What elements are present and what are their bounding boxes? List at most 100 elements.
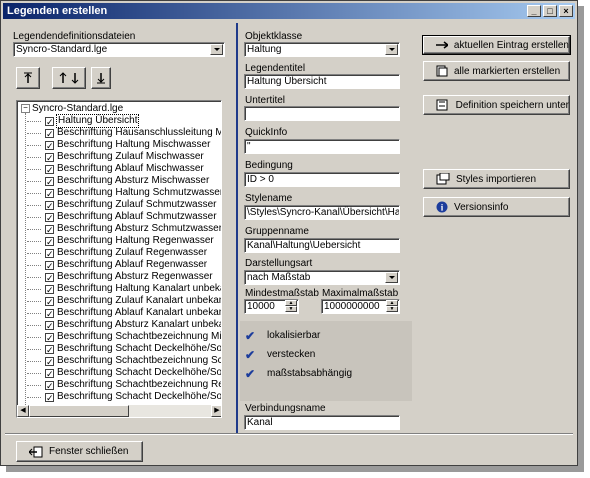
- tree-item[interactable]: ✓Beschriftung Schachtbezeichnung Regen: [27, 379, 221, 391]
- checkbox-icon[interactable]: ✓: [45, 164, 54, 174]
- tree-item[interactable]: ✓ Haltung Übersicht: [27, 114, 140, 128]
- massstab-checkbox[interactable]: ✔ maßstabsabhängig: [245, 367, 357, 380]
- checkbox-icon[interactable]: ✓: [45, 272, 54, 282]
- tree-item-label: Beschriftung Schachtbezeichnung Mischw: [57, 331, 222, 342]
- checkbox-icon[interactable]: ✓: [45, 128, 54, 138]
- tree-item[interactable]: ✓Beschriftung Schacht Deckelhöhe/Sohle !: [27, 367, 221, 379]
- bedingung-input[interactable]: ID > 0: [244, 172, 400, 187]
- checkbox-icon[interactable]: ✓: [45, 368, 54, 378]
- darstellungsart-select[interactable]: nach Maßstab: [244, 270, 400, 285]
- tree-branch-line: [27, 325, 41, 326]
- tree-item[interactable]: ✓Beschriftung Schachtbezeichnung Schmu: [27, 355, 221, 367]
- checkbox-icon[interactable]: ✓: [45, 224, 54, 234]
- tree-item[interactable]: ✓ Beschriftung Ablauf Schmutzwasser: [27, 211, 217, 223]
- checkbox-icon[interactable]: ✓: [45, 392, 54, 402]
- files-select[interactable]: Syncro-Standard.lge: [13, 42, 225, 57]
- tree-item[interactable]: ✓ Beschriftung Haltung Mischwasser: [27, 139, 210, 151]
- checkbox-icon[interactable]: ✓: [45, 200, 54, 210]
- tree-item[interactable]: ✓ Beschriftung Zulauf Regenwasser: [27, 247, 207, 259]
- verstecken-checkbox[interactable]: ✔ verstecken: [245, 348, 320, 361]
- chevron-down-icon[interactable]: [210, 44, 223, 55]
- spin-down-icon[interactable]: ▼: [386, 306, 398, 312]
- checkbox-icon[interactable]: ✓: [45, 320, 54, 330]
- checkbox-icon[interactable]: ✓: [45, 344, 54, 354]
- checkbox-icon[interactable]: ✓: [45, 356, 54, 366]
- close-window-button[interactable]: ×: [559, 5, 573, 17]
- save-definition-button[interactable]: Definition speichern unter: [423, 95, 570, 115]
- tree-item[interactable]: ✓ Beschriftung Zulauf Schmutzwasser: [27, 199, 217, 211]
- close-dialog-button[interactable]: Fenster schließen: [16, 441, 143, 462]
- move-up-down-button[interactable]: [52, 67, 86, 89]
- version-info-label: Versionsinfo: [454, 201, 509, 213]
- objektklasse-select[interactable]: Haltung: [244, 42, 400, 57]
- create-all-button[interactable]: alle markierten erstellen: [423, 61, 570, 81]
- tree-item[interactable]: ✓ Beschriftung Ablauf Mischwasser: [27, 163, 204, 175]
- gruppenname-input[interactable]: Kanal\Haltung\Uebersicht: [244, 238, 400, 253]
- maximize-button[interactable]: □: [543, 5, 557, 17]
- tree-item[interactable]: ✓ Beschriftung Haltung Kanalart unbekannt: [27, 283, 221, 295]
- checkbox-icon[interactable]: ✓: [45, 212, 54, 222]
- tree-item[interactable]: ✓ Beschriftung Haltung Schmutzwasser: [27, 187, 221, 199]
- tree-item[interactable]: ✓Beschriftung Hausanschlussleitung Misch…: [27, 127, 221, 139]
- tree-item[interactable]: ✓Beschriftung Schacht Deckelhöhe/Sohle I: [27, 391, 221, 403]
- tree-item[interactable]: ✓ Beschriftung Absturz Mischwasser: [27, 175, 209, 187]
- tree-item[interactable]: ✓ Beschriftung Zulauf Mischwasser: [27, 151, 204, 163]
- minimize-button[interactable]: _: [527, 5, 541, 17]
- tree-item[interactable]: ✓Beschriftung Schacht Deckelhöhe/Sohle I: [27, 343, 221, 355]
- tree-item[interactable]: ✓ Beschriftung Ablauf Kanalart unbekannt: [27, 307, 221, 319]
- mindest-spinner[interactable]: ▲ ▼: [285, 300, 297, 313]
- tree-item[interactable]: ✓Beschriftung Schachtbezeichnung Mischw: [27, 331, 222, 343]
- tree-item[interactable]: ✓ Beschriftung Absturz Regenwasser: [27, 271, 213, 283]
- move-bottom-button[interactable]: [91, 67, 111, 89]
- chevron-down-icon[interactable]: [385, 272, 398, 283]
- tree-branch-line: [27, 157, 41, 158]
- move-top-button[interactable]: [16, 67, 40, 89]
- tree-item-label: Beschriftung Absturz Regenwasser: [57, 271, 213, 282]
- checkbox-icon[interactable]: ✓: [45, 296, 54, 306]
- checkbox-icon[interactable]: ✓: [45, 260, 54, 270]
- scroll-left-icon[interactable]: ◀: [17, 405, 29, 417]
- checkbox-icon[interactable]: ✓: [45, 140, 54, 150]
- tree-horizontal-scrollbar[interactable]: ◀ ▶: [17, 405, 221, 417]
- create-current-button[interactable]: aktuellen Eintrag erstellen: [422, 35, 571, 55]
- tree-item[interactable]: ✓ Beschriftung Haltung Regenwasser: [27, 235, 214, 247]
- stylename-input[interactable]: \Styles\Syncro-Kanal\Übersicht\Haltung: [244, 205, 400, 220]
- tree-item-label: Beschriftung Zulauf Schmutzwasser: [57, 199, 217, 210]
- checkbox-icon[interactable]: ✓: [45, 152, 54, 162]
- mindest-input[interactable]: 10000 ▲ ▼: [244, 299, 299, 314]
- chevron-down-icon[interactable]: [385, 44, 398, 55]
- tree-branch-line: [27, 373, 41, 374]
- tree-item[interactable]: ✓ Beschriftung Absturz Kanalart unbekannt: [27, 319, 221, 331]
- footer-separator: [5, 433, 573, 435]
- checkbox-icon[interactable]: ✓: [45, 176, 54, 186]
- checkbox-icon[interactable]: ✓: [45, 308, 54, 318]
- tree-branch-line: [27, 301, 41, 302]
- tree-item[interactable]: ✓ Beschriftung Absturz Schmutzwasser: [27, 223, 221, 235]
- maximal-spinner[interactable]: ▲ ▼: [386, 300, 398, 313]
- quickinfo-label: QuickInfo: [245, 127, 288, 138]
- import-styles-button[interactable]: Styles importieren: [423, 169, 570, 189]
- maximal-input[interactable]: 1000000000 ▲ ▼: [321, 299, 400, 314]
- scroll-right-icon[interactable]: ▶: [211, 405, 221, 417]
- tree-branch-line: [27, 277, 41, 278]
- spin-down-icon[interactable]: ▼: [285, 306, 297, 312]
- version-info-button[interactable]: i Versionsinfo: [423, 197, 570, 217]
- tree-item[interactable]: ✓ Beschriftung Zulauf Kanalart unbekannt: [27, 295, 221, 307]
- collapse-icon[interactable]: −: [21, 104, 30, 113]
- checkbox-icon[interactable]: ✓: [45, 236, 54, 246]
- checkbox-icon[interactable]: ✓: [45, 188, 54, 198]
- untertitel-input[interactable]: [244, 106, 400, 121]
- tree-item[interactable]: ✓ Beschriftung Ablauf Regenwasser: [27, 259, 207, 271]
- hscroll-thumb[interactable]: [29, 405, 129, 417]
- checkbox-icon[interactable]: ✓: [45, 248, 54, 258]
- checkbox-icon[interactable]: ✓: [45, 284, 54, 294]
- verbindung-input[interactable]: Kanal: [244, 415, 400, 430]
- checkbox-icon[interactable]: ✓: [45, 116, 54, 126]
- quickinfo-input[interactable]: ": [244, 139, 400, 154]
- checkbox-icon[interactable]: ✓: [45, 332, 54, 342]
- tree-root[interactable]: − Syncro-Standard.lge: [21, 103, 123, 114]
- legendentitel-input[interactable]: Haltung Übersicht: [244, 74, 400, 89]
- lokalisierbar-checkbox[interactable]: ✔ lokalisierbar: [245, 329, 325, 342]
- legend-tree[interactable]: − Syncro-Standard.lge ✓ Haltung Übersicht…: [16, 100, 222, 418]
- checkbox-icon[interactable]: ✓: [45, 380, 54, 390]
